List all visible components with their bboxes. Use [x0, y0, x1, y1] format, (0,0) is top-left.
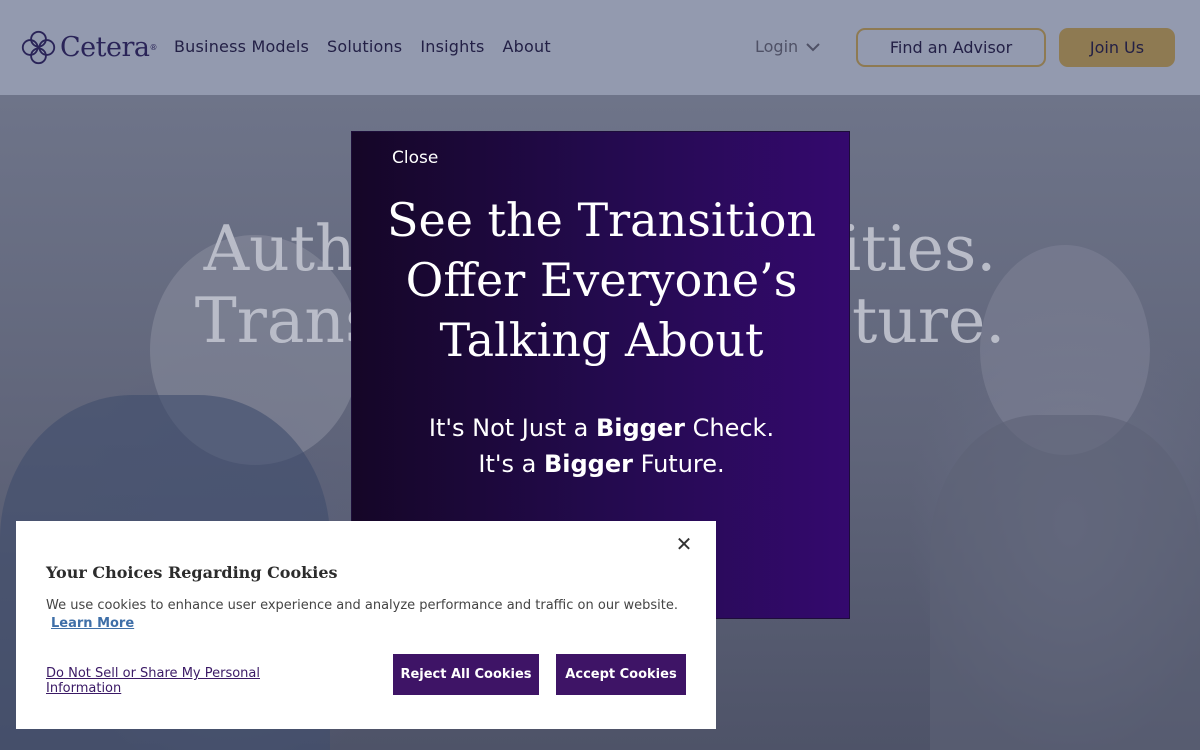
login-label: Login	[755, 37, 799, 56]
accept-cookies-button[interactable]: Accept Cookies	[556, 654, 686, 695]
cetera-logo[interactable]: Cetera ®	[20, 29, 157, 66]
site-header: Cetera ® Business Models Solutions Insig…	[0, 0, 1200, 95]
promo-sub-line1-bold: Bigger	[595, 414, 685, 442]
cookie-title: Your Choices Regarding Cookies	[46, 563, 338, 582]
promo-heading-line3: Talking About	[439, 313, 764, 367]
nav-business-models[interactable]: Business Models	[174, 37, 309, 56]
nav-solutions[interactable]: Solutions	[327, 37, 402, 56]
login-dropdown[interactable]: Login	[755, 37, 820, 56]
promo-heading-line1: See the Transition	[386, 193, 817, 247]
nav-about[interactable]: About	[503, 37, 551, 56]
nav-insights[interactable]: Insights	[420, 37, 484, 56]
promo-sub-line2-post: Future.	[640, 450, 725, 478]
promo-sub-line2-bold: Bigger	[543, 450, 633, 478]
cookie-close-icon[interactable]: ✕	[673, 533, 695, 555]
promo-heading-line2: Offer Everyone’s	[405, 253, 798, 307]
promo-sub-line2-pre: It's a	[478, 450, 537, 478]
promo-subheading: It's Not Just a Bigger Check. It's a Big…	[352, 410, 851, 482]
promo-sub-line2: It's a Bigger Future.	[352, 446, 851, 482]
reject-all-cookies-button[interactable]: Reject All Cookies	[393, 654, 539, 695]
hero-photo-person-right-body	[930, 415, 1200, 750]
logo-text: Cetera	[60, 32, 150, 63]
find-advisor-button[interactable]: Find an Advisor	[856, 28, 1046, 67]
chevron-down-icon	[806, 42, 820, 51]
do-not-sell-link[interactable]: Do Not Sell or Share My Personal Informa…	[46, 666, 306, 696]
promo-close-button[interactable]: Close	[392, 148, 438, 168]
cookie-banner: ✕ Your Choices Regarding Cookies We use …	[16, 521, 716, 729]
promo-heading: See the Transition Offer Everyone’s Talk…	[352, 190, 851, 370]
promo-sub-line1-post: Check.	[692, 414, 775, 442]
cetera-logo-icon	[21, 30, 56, 65]
logo-registered-mark: ®	[149, 43, 158, 52]
promo-sub-line1-pre: It's Not Just a	[428, 414, 589, 442]
join-us-button[interactable]: Join Us	[1059, 28, 1175, 67]
promo-sub-line1: It's Not Just a Bigger Check.	[352, 410, 851, 446]
cookie-description: We use cookies to enhance user experienc…	[46, 598, 679, 613]
main-nav: Business Models Solutions Insights About	[174, 37, 551, 56]
cookie-learn-more-link[interactable]: Learn More	[51, 616, 134, 631]
